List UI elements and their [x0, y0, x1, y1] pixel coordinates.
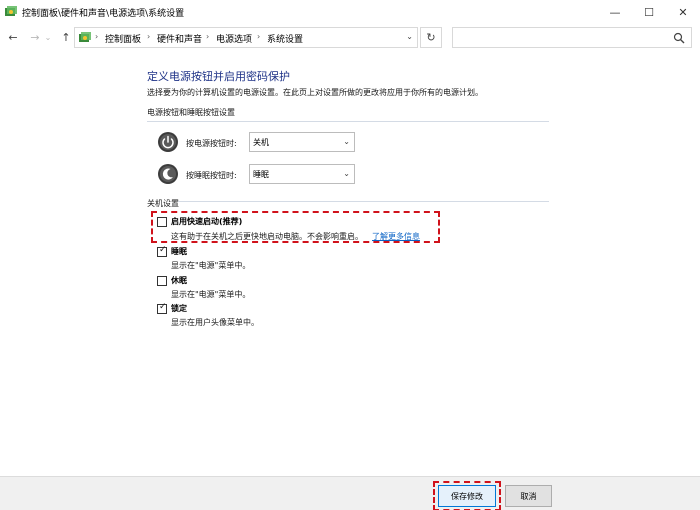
page-title: 定义电源按钮并启用密码保护 [147, 70, 290, 83]
hibernate-option-description: 显示在"电源"菜单中。 [171, 290, 251, 299]
sleep-button-icon [158, 164, 178, 184]
sleep-option-label[interactable]: 睡眠 [171, 246, 187, 257]
sleep-button-label: 按睡眠按钮时: [186, 171, 237, 180]
sleep-option-description: 显示在"电源"菜单中。 [171, 261, 251, 270]
lock-checkbox[interactable]: ✓ [157, 302, 167, 314]
up-button[interactable]: ↑ [58, 28, 74, 46]
chevron-down-icon[interactable]: ⌄ [406, 32, 413, 41]
power-button-label: 按电源按钮时: [186, 139, 237, 148]
forward-button[interactable]: → [27, 28, 43, 46]
navigation-bar: ← → ⌄ ↑ › 控制面板 › 硬件和声音 › 电源选项 › 系统设置 ⌄ ↻ [0, 24, 700, 50]
hibernate-option-label[interactable]: 休眠 [171, 275, 187, 286]
chevron-down-icon: ⌄ [343, 137, 350, 146]
breadcrumb-power-options[interactable]: 电源选项 [216, 32, 252, 45]
check-icon: ✓ [159, 302, 167, 312]
footer-bar [0, 476, 700, 510]
content-area [0, 50, 700, 510]
section-divider [178, 201, 549, 202]
control-panel-icon [79, 32, 91, 42]
breadcrumb-control-panel[interactable]: 控制面板 [105, 32, 141, 45]
power-button-action-value: 关机 [253, 138, 269, 147]
fast-startup-highlight [151, 211, 440, 243]
shutdown-section-label: 关机设置 [147, 199, 179, 208]
cancel-button[interactable]: 取消 [505, 485, 552, 507]
title-bar: 控制面板\硬件和声音\电源选项\系统设置 — ☐ ✕ [0, 0, 700, 24]
sleep-button-action-select[interactable]: 睡眠 ⌄ [249, 164, 355, 184]
control-panel-icon [5, 6, 17, 16]
power-button-action-select[interactable]: 关机 ⌄ [249, 132, 355, 152]
sleep-button-action-value: 睡眠 [253, 170, 269, 179]
recent-locations-button[interactable]: ⌄ [43, 28, 53, 46]
refresh-button[interactable]: ↻ [420, 27, 442, 48]
breadcrumb-hardware-sound[interactable]: 硬件和声音 [157, 32, 202, 45]
breadcrumb-separator: › [147, 32, 151, 41]
page-description: 选择要为你的计算机设置的电源设置。在此页上对设置所做的更改将应用于你所有的电源计… [147, 88, 483, 97]
address-bar[interactable]: › 控制面板 › 硬件和声音 › 电源选项 › 系统设置 ⌄ [74, 27, 418, 48]
power-button-icon [158, 132, 178, 152]
section-divider [147, 121, 549, 122]
close-button[interactable]: ✕ [666, 0, 700, 24]
save-button-highlight [433, 481, 501, 510]
breadcrumb-system-settings[interactable]: 系统设置 [267, 32, 303, 45]
window-title: 控制面板\硬件和声音\电源选项\系统设置 [22, 9, 185, 19]
lock-option-description: 显示在用户头像菜单中。 [171, 318, 259, 327]
minimize-button[interactable]: — [598, 0, 632, 24]
breadcrumb-separator: › [206, 32, 210, 41]
check-icon: ✓ [159, 245, 167, 255]
search-input[interactable] [452, 27, 692, 48]
chevron-down-icon: ⌄ [343, 169, 350, 178]
sleep-checkbox[interactable]: ✓ [157, 245, 167, 257]
breadcrumb-separator: › [95, 32, 99, 41]
hibernate-checkbox[interactable] [157, 276, 167, 286]
back-button[interactable]: ← [5, 28, 21, 46]
breadcrumb-separator: › [257, 32, 261, 41]
lock-option-label[interactable]: 锁定 [171, 303, 187, 314]
search-icon [673, 32, 685, 44]
power-buttons-section-label: 电源按钮和睡眠按钮设置 [147, 108, 235, 117]
maximize-button[interactable]: ☐ [632, 0, 666, 24]
